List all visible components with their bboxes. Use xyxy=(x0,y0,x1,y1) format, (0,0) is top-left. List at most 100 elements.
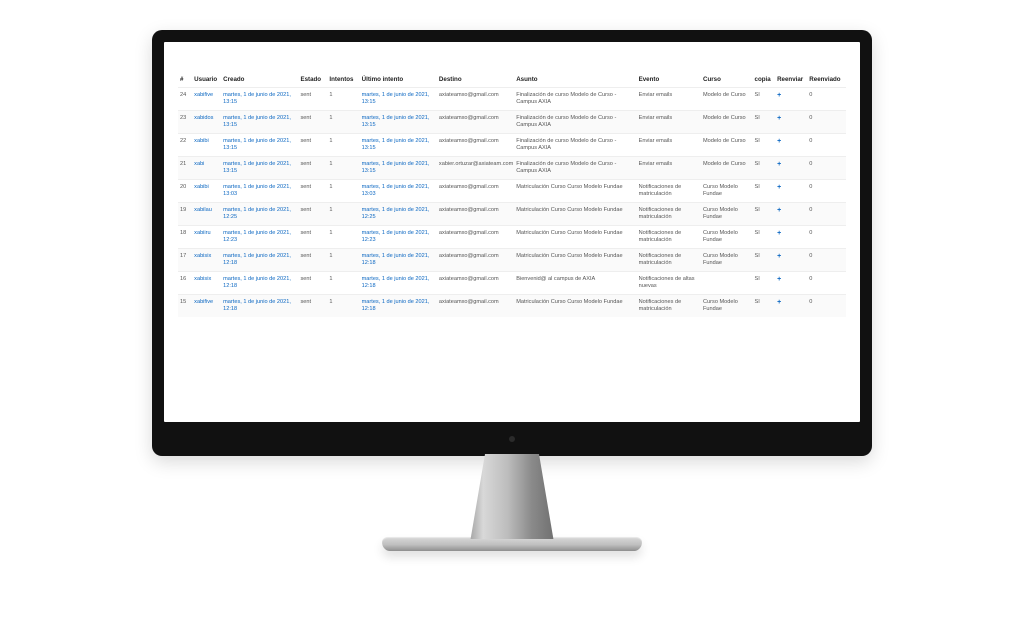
cell-dest: axiateamxo@gmail.com xyxy=(437,225,514,248)
cell-copy: SI xyxy=(753,110,776,133)
cell-resend[interactable]: + xyxy=(775,248,807,271)
cell-last[interactable]: martes, 1 de junio de 2021, 13:15 xyxy=(360,110,437,133)
cell-created[interactable]: martes, 1 de junio de 2021, 12:25 xyxy=(221,202,298,225)
plus-icon[interactable]: + xyxy=(777,230,781,239)
cell-state: sent xyxy=(298,248,327,271)
cell-resent: 0 xyxy=(807,179,846,202)
cell-dest: axiateamxo@gmail.com xyxy=(437,133,514,156)
cell-attempts: 1 xyxy=(327,294,359,316)
table-row: 20xabibimartes, 1 de junio de 2021, 13:0… xyxy=(178,179,846,202)
cell-resend[interactable]: + xyxy=(775,294,807,316)
cell-state: sent xyxy=(298,133,327,156)
cell-copy: SI xyxy=(753,202,776,225)
cell-subject: Finalización de curso Modelo de Curso - … xyxy=(514,133,636,156)
cell-attempts: 1 xyxy=(327,110,359,133)
col-header-state: Estado xyxy=(298,72,327,88)
cell-event: Enviar emails xyxy=(637,88,701,111)
cell-num: 23 xyxy=(178,110,192,133)
plus-icon[interactable]: + xyxy=(777,92,781,101)
cell-num: 17 xyxy=(178,248,192,271)
cell-last[interactable]: martes, 1 de junio de 2021, 12:25 xyxy=(360,202,437,225)
cell-resent: 0 xyxy=(807,110,846,133)
table-row: 19xabilaumartes, 1 de junio de 2021, 12:… xyxy=(178,202,846,225)
cell-created[interactable]: martes, 1 de junio de 2021, 13:15 xyxy=(221,133,298,156)
cell-subject: Matriculación Curso Curso Modelo Fundae xyxy=(514,225,636,248)
cell-resend[interactable]: + xyxy=(775,156,807,179)
cell-subject: Finalización de curso Modelo de Curso - … xyxy=(514,88,636,111)
cell-created[interactable]: martes, 1 de junio de 2021, 13:03 xyxy=(221,179,298,202)
stand-neck xyxy=(467,454,557,539)
monitor-mockup: # Usuario Creado Estado Intentos Último … xyxy=(152,30,872,551)
cell-last[interactable]: martes, 1 de junio de 2021, 13:15 xyxy=(360,156,437,179)
cell-subject: Matriculación Curso Curso Modelo Fundae xyxy=(514,248,636,271)
cell-resend[interactable]: + xyxy=(775,271,807,294)
plus-icon[interactable]: + xyxy=(777,253,781,262)
cell-resent: 0 xyxy=(807,248,846,271)
plus-icon[interactable]: + xyxy=(777,138,781,147)
cell-num: 19 xyxy=(178,202,192,225)
cell-copy: SI xyxy=(753,225,776,248)
cell-user[interactable]: xabisix xyxy=(192,271,221,294)
cell-subject: Matriculación Curso Curso Modelo Fundae xyxy=(514,294,636,316)
cell-created[interactable]: martes, 1 de junio de 2021, 12:18 xyxy=(221,248,298,271)
col-header-last: Último intento xyxy=(360,72,437,88)
cell-course: Curso Modelo Fundae xyxy=(701,248,753,271)
cell-user[interactable]: xabifive xyxy=(192,294,221,316)
cell-user[interactable]: xabisix xyxy=(192,248,221,271)
plus-icon[interactable]: + xyxy=(777,184,781,193)
cell-copy: SI xyxy=(753,156,776,179)
col-header-resend: Reenviar xyxy=(775,72,807,88)
cell-resend[interactable]: + xyxy=(775,225,807,248)
plus-icon[interactable]: + xyxy=(777,276,781,285)
cell-event: Enviar emails xyxy=(637,110,701,133)
cell-resend[interactable]: + xyxy=(775,88,807,111)
cell-last[interactable]: martes, 1 de junio de 2021, 12:18 xyxy=(360,294,437,316)
cell-created[interactable]: martes, 1 de junio de 2021, 12:18 xyxy=(221,271,298,294)
table-row: 23xabidosmartes, 1 de junio de 2021, 13:… xyxy=(178,110,846,133)
cell-created[interactable]: martes, 1 de junio de 2021, 12:18 xyxy=(221,294,298,316)
cell-resend[interactable]: + xyxy=(775,202,807,225)
cell-resend[interactable]: + xyxy=(775,179,807,202)
cell-attempts: 1 xyxy=(327,156,359,179)
cell-last[interactable]: martes, 1 de junio de 2021, 13:15 xyxy=(360,88,437,111)
cell-user[interactable]: xabilau xyxy=(192,202,221,225)
cell-course: Curso Modelo Fundae xyxy=(701,179,753,202)
cell-course: Modelo de Curso xyxy=(701,110,753,133)
cell-user[interactable]: xabifive xyxy=(192,88,221,111)
cell-subject: Bienvenid@ al campus de AXIA xyxy=(514,271,636,294)
cell-last[interactable]: martes, 1 de junio de 2021, 12:18 xyxy=(360,271,437,294)
plus-icon[interactable]: + xyxy=(777,207,781,216)
cell-resend[interactable]: + xyxy=(775,110,807,133)
cell-created[interactable]: martes, 1 de junio de 2021, 13:15 xyxy=(221,88,298,111)
cell-subject: Matriculación Curso Curso Modelo Fundae xyxy=(514,202,636,225)
plus-icon[interactable]: + xyxy=(777,299,781,308)
cell-dest: axiateamxo@gmail.com xyxy=(437,179,514,202)
cell-last[interactable]: martes, 1 de junio de 2021, 12:18 xyxy=(360,248,437,271)
plus-icon[interactable]: + xyxy=(777,115,781,124)
cell-user[interactable]: xabiiru xyxy=(192,225,221,248)
cell-user[interactable]: xabi xyxy=(192,156,221,179)
cell-num: 20 xyxy=(178,179,192,202)
plus-icon[interactable]: + xyxy=(777,161,781,170)
cell-dest: axiateamxo@gmail.com xyxy=(437,110,514,133)
cell-user[interactable]: xabidos xyxy=(192,110,221,133)
cell-course: Curso Modelo Fundae xyxy=(701,202,753,225)
cell-dest: axiateamxo@gmail.com xyxy=(437,202,514,225)
cell-last[interactable]: martes, 1 de junio de 2021, 13:15 xyxy=(360,133,437,156)
cell-resend[interactable]: + xyxy=(775,133,807,156)
cell-user[interactable]: xabibi xyxy=(192,179,221,202)
cell-copy: SI xyxy=(753,294,776,316)
cell-created[interactable]: martes, 1 de junio de 2021, 13:15 xyxy=(221,156,298,179)
cell-copy: SI xyxy=(753,248,776,271)
col-header-copy: copia xyxy=(753,72,776,88)
cell-created[interactable]: martes, 1 de junio de 2021, 13:15 xyxy=(221,110,298,133)
cell-resent: 0 xyxy=(807,202,846,225)
cell-attempts: 1 xyxy=(327,88,359,111)
cell-resent: 0 xyxy=(807,88,846,111)
cell-course: Modelo de Curso xyxy=(701,88,753,111)
cell-created[interactable]: martes, 1 de junio de 2021, 12:23 xyxy=(221,225,298,248)
app-content: # Usuario Creado Estado Intentos Último … xyxy=(164,42,860,422)
cell-last[interactable]: martes, 1 de junio de 2021, 13:03 xyxy=(360,179,437,202)
cell-user[interactable]: xabibi xyxy=(192,133,221,156)
cell-last[interactable]: martes, 1 de junio de 2021, 12:23 xyxy=(360,225,437,248)
